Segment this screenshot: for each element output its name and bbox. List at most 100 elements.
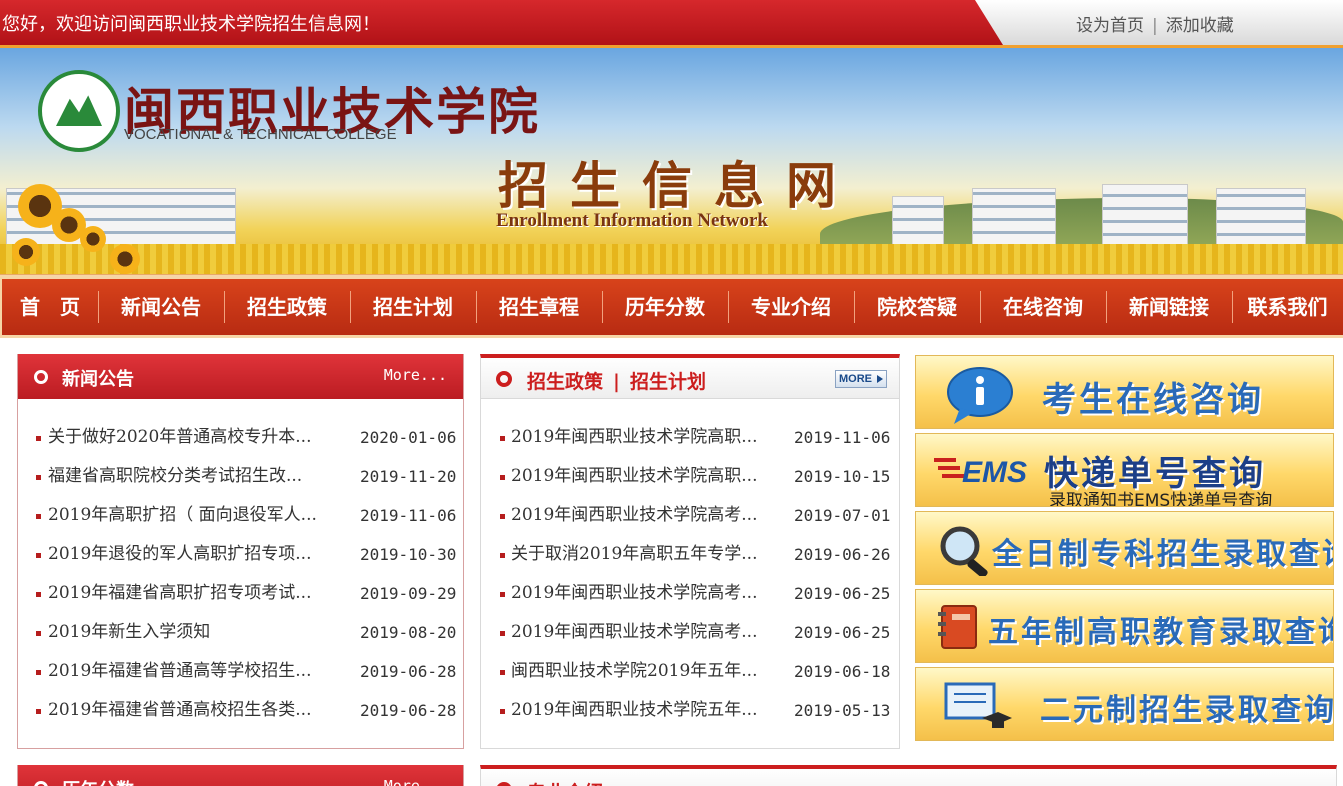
quick-link-five-year[interactable]: 五年制高职教育录取查询 bbox=[915, 589, 1334, 663]
list-item: 闽西职业技术学院2019年五年... 2019-06-18 bbox=[481, 652, 899, 691]
site-name-cn: 招生信息网 bbox=[498, 156, 858, 215]
flower-field-image bbox=[0, 244, 1343, 274]
policy-more-button[interactable]: MORE bbox=[835, 370, 887, 388]
news-title-link[interactable]: 2019年福建省普通高等学校招生... bbox=[48, 652, 311, 691]
book-icon bbox=[938, 605, 977, 649]
policy-date: 2019-06-25 bbox=[794, 623, 891, 642]
bullet-icon bbox=[36, 514, 41, 519]
school-name-en: VOCATIONAL & TECHNICAL COLLEGE bbox=[124, 126, 397, 143]
bullet-icon bbox=[500, 592, 505, 597]
quick-link-label: 二元制招生录取查询 bbox=[1040, 693, 1334, 728]
policy-panel-header: 招生政策 | 招生计划 MORE bbox=[481, 358, 899, 399]
policy-title-link[interactable]: 关于取消2019年高职五年专学... bbox=[511, 535, 757, 574]
scores-panel-title[interactable]: 历年分数 bbox=[62, 776, 134, 786]
news-title-link[interactable]: 2019年高职扩招（ 面向退役军人... bbox=[48, 496, 317, 535]
set-home-link[interactable]: 设为首页 bbox=[1076, 11, 1144, 36]
nav-item-home[interactable]: 首 页 bbox=[2, 279, 98, 335]
quick-link-label: 考生在线咨询 bbox=[1042, 380, 1264, 420]
news-date: 2019-08-20 bbox=[360, 623, 457, 642]
bullet-icon bbox=[36, 592, 41, 597]
policy-title-link[interactable]: 2019年闽西职业技术学院高考... bbox=[511, 574, 757, 613]
tab-plan[interactable]: 招生计划 bbox=[630, 371, 706, 393]
scores-more-link[interactable]: More... bbox=[384, 777, 447, 786]
nav-item-news-links[interactable]: 新闻链接 bbox=[1106, 279, 1232, 335]
news-date: 2020-01-06 bbox=[360, 428, 457, 447]
policy-title-link[interactable]: 2019年闽西职业技术学院高考... bbox=[511, 613, 757, 652]
policy-date: 2019-10-15 bbox=[794, 467, 891, 486]
quick-link-consult[interactable]: 考生在线咨询 bbox=[915, 355, 1334, 429]
quick-link-fulltime[interactable]: 全日制专科招生录取查询 bbox=[915, 511, 1334, 585]
nav-item-policy[interactable]: 招生政策 bbox=[224, 279, 350, 335]
quick-link-label: 全日制专科招生录取查询 bbox=[992, 537, 1334, 572]
bullet-icon bbox=[36, 670, 41, 675]
college-logo[interactable] bbox=[38, 70, 120, 152]
add-favorite-link[interactable]: 添加收藏 bbox=[1166, 11, 1234, 36]
bullet-icon bbox=[496, 371, 512, 387]
policy-list: 2019年闽西职业技术学院高职... 2019-11-06 2019年闽西职业技术… bbox=[481, 418, 899, 730]
scores-panel-header: 历年分数 More... bbox=[18, 765, 463, 786]
scores-panel: 历年分数 More... bbox=[17, 765, 464, 786]
bullet-icon bbox=[500, 436, 505, 441]
list-item: 2019年闽西职业技术学院高考... 2019-07-01 bbox=[481, 496, 899, 535]
policy-title-link[interactable]: 2019年闽西职业技术学院高职... bbox=[511, 418, 757, 457]
policy-title-link[interactable]: 2019年闽西职业技术学院五年... bbox=[511, 691, 757, 730]
news-title-link[interactable]: 福建省高职院校分类考试招生改... bbox=[48, 457, 302, 496]
news-date: 2019-06-28 bbox=[360, 662, 457, 681]
news-date: 2019-11-06 bbox=[360, 506, 457, 525]
news-title-link[interactable]: 2019年退役的军人高职扩招专项... bbox=[48, 535, 311, 574]
list-item: 2019年高职扩招（ 面向退役军人... 2019-11-06 bbox=[18, 496, 463, 535]
header-banner: 闽西职业技术学院 VOCATIONAL & TECHNICAL COLLEGE … bbox=[0, 48, 1343, 274]
sunflower-image bbox=[110, 244, 140, 274]
quick-link-dual-system[interactable]: 二元制招生录取查询 bbox=[915, 667, 1334, 741]
news-panel: 新闻公告 More... 关于做好2020年普通高校专升本... 2020-01-… bbox=[17, 354, 464, 749]
welcome-text: 您好，欢迎访问闽西职业技术学院招生信息网！ bbox=[2, 14, 380, 35]
news-list: 关于做好2020年普通高校专升本... 2020-01-06 福建省高职院校分类考… bbox=[18, 418, 463, 730]
nav-item-majors[interactable]: 专业介绍 bbox=[728, 279, 854, 335]
quick-link-ems[interactable]: EMS 快递单号查询 录取通知书EMS快递单号查询 bbox=[915, 433, 1334, 507]
news-title-link[interactable]: 2019年新生入学须知 bbox=[48, 613, 210, 652]
majors-panel-header: 专业介绍 bbox=[481, 769, 1336, 786]
nav-item-scores[interactable]: 历年分数 bbox=[602, 279, 728, 335]
graduation-icon bbox=[944, 682, 1012, 728]
news-title-link[interactable]: 2019年福建省高职扩招专项考试... bbox=[48, 574, 311, 613]
news-title-link[interactable]: 关于做好2020年普通高校专升本... bbox=[48, 418, 311, 457]
more-button-label: MORE bbox=[839, 373, 872, 385]
news-panel-title[interactable]: 新闻公告 bbox=[62, 365, 134, 391]
policy-panel: 招生政策 | 招生计划 MORE 2019年闽西职业技术学院高职... 2019-11… bbox=[480, 354, 900, 749]
policy-date: 2019-06-26 bbox=[794, 545, 891, 564]
quick-link-sublabel: 录取通知书EMS快递单号查询 bbox=[1049, 491, 1273, 507]
list-item: 2019年福建省普通高等学校招生... 2019-06-28 bbox=[18, 652, 463, 691]
bullet-icon bbox=[36, 631, 41, 636]
bullet-icon bbox=[34, 370, 48, 384]
magnifier-icon bbox=[940, 526, 988, 576]
list-item: 2019年新生入学须知 2019-08-20 bbox=[18, 613, 463, 652]
nav-item-news[interactable]: 新闻公告 bbox=[98, 279, 224, 335]
bullet-icon bbox=[36, 553, 41, 558]
news-more-link[interactable]: More... bbox=[384, 366, 447, 384]
sunflower-image bbox=[12, 238, 40, 266]
policy-title-link[interactable]: 2019年闽西职业技术学院高职... bbox=[511, 457, 757, 496]
list-item: 2019年闽西职业技术学院高考... 2019-06-25 bbox=[481, 574, 899, 613]
bullet-icon bbox=[500, 475, 505, 480]
list-item: 2019年闽西职业技术学院高职... 2019-11-06 bbox=[481, 418, 899, 457]
ems-icon: EMS bbox=[934, 456, 1027, 488]
nav-item-consult[interactable]: 在线咨询 bbox=[980, 279, 1106, 335]
nav-item-charter[interactable]: 招生章程 bbox=[476, 279, 602, 335]
tab-policy[interactable]: 招生政策 bbox=[527, 371, 603, 393]
list-item: 2019年福建省高职扩招专项考试... 2019-09-29 bbox=[18, 574, 463, 613]
top-links-separator: | bbox=[1152, 16, 1158, 36]
majors-panel-title[interactable]: 专业介绍 bbox=[527, 778, 603, 786]
nav-item-faq[interactable]: 院校答疑 bbox=[854, 279, 980, 335]
nav-item-plan[interactable]: 招生计划 bbox=[350, 279, 476, 335]
nav-item-contact[interactable]: 联系我们 bbox=[1232, 279, 1343, 335]
ems-brand-text: EMS bbox=[962, 456, 1027, 488]
policy-title-link[interactable]: 闽西职业技术学院2019年五年... bbox=[511, 652, 757, 691]
news-date: 2019-11-20 bbox=[360, 467, 457, 486]
news-title-link[interactable]: 2019年福建省普通高校招生各类... bbox=[48, 691, 311, 730]
news-date: 2019-06-28 bbox=[360, 701, 457, 720]
policy-panel-title: 招生政策 | 招生计划 bbox=[527, 367, 706, 394]
policy-title-link[interactable]: 2019年闽西职业技术学院高考... bbox=[511, 496, 757, 535]
main-nav: 首 页 新闻公告 招生政策 招生计划 招生章程 历年分数 专业介绍 院校答疑 在… bbox=[0, 274, 1343, 338]
top-links: 设为首页 | 添加收藏 bbox=[1076, 11, 1234, 36]
list-item: 2019年退役的军人高职扩招专项... 2019-10-30 bbox=[18, 535, 463, 574]
